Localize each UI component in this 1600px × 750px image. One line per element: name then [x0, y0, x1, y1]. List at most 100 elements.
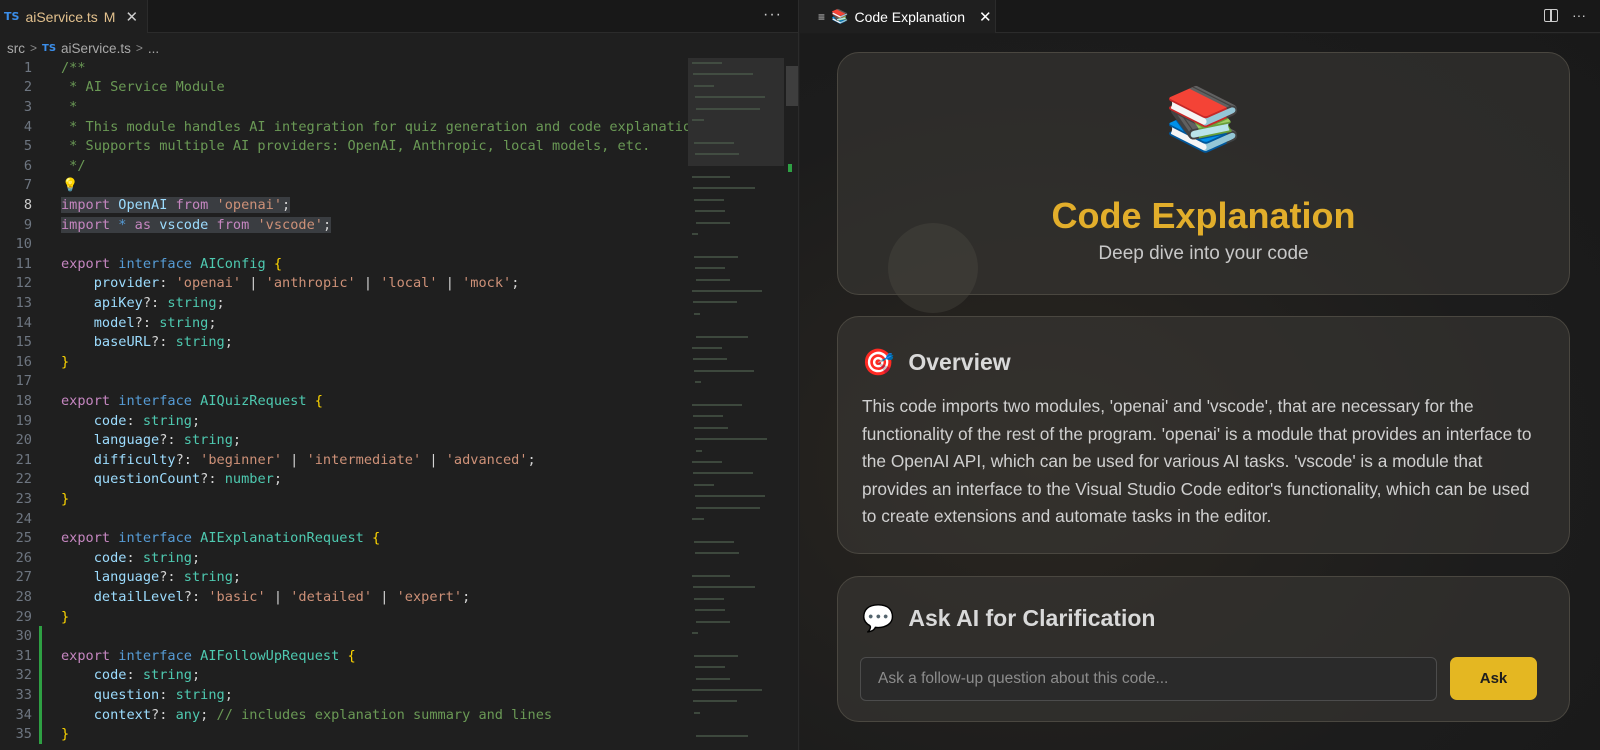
code-line[interactable]: 9 import * as vscode from 'vscode'; — [0, 215, 686, 235]
minimap-line — [694, 84, 714, 87]
code-line[interactable]: 5 * Supports multiple AI providers: Open… — [0, 136, 686, 156]
code-line[interactable]: 16} — [0, 352, 686, 372]
minimap-line — [695, 381, 701, 384]
line-number: 25 — [15, 530, 32, 547]
minimap-line — [692, 347, 722, 349]
minimap-line — [696, 620, 730, 623]
code-line[interactable]: 21 difficulty?: 'beginner' | 'intermedia… — [0, 450, 686, 470]
breadcrumb-file[interactable]: aiService.ts — [61, 41, 131, 56]
close-icon[interactable]: ✕ — [125, 8, 138, 26]
code-line[interactable]: 35} — [0, 724, 686, 744]
code-line[interactable]: 12 provider: 'openai' | 'anthropic' | 'l… — [0, 274, 686, 294]
code-line[interactable]: 32 code: string; — [0, 665, 686, 686]
code-line[interactable]: 27 language?: string; — [0, 568, 686, 588]
code-text: * Supports multiple AI providers: OpenAI… — [61, 138, 651, 155]
code-line[interactable]: 2 * AI Service Module — [0, 78, 686, 98]
line-number: 13 — [15, 294, 32, 311]
code-line[interactable]: 31 export interface AIFollowUpRequest { — [0, 646, 686, 666]
minimap-line — [692, 689, 762, 691]
code-line[interactable]: 22 questionCount?: number; — [0, 470, 686, 490]
code-line[interactable]: 29} — [0, 607, 686, 627]
more-actions-icon[interactable]: ··· — [1572, 7, 1586, 23]
code-line[interactable]: 30 — [0, 626, 686, 646]
scrollbar-thumb[interactable] — [786, 66, 798, 106]
editor-pane: TS aiService.ts M ✕ ··· src > TS aiServi… — [0, 0, 799, 750]
code-line[interactable]: 4 * This module handles AI integration f… — [0, 117, 708, 137]
code-line[interactable]: 11 export interface AIConfig { — [0, 254, 686, 274]
code-line[interactable]: 20 language?: string; — [0, 430, 686, 450]
breadcrumb-symbol[interactable]: ... — [148, 41, 159, 56]
tab-title: Code Explanation — [854, 8, 965, 25]
code-line[interactable]: 1 /** — [0, 58, 686, 78]
code-editor[interactable]: 1/** 2 * AI Service Module 3 * 4 * This mod… — [0, 58, 708, 750]
minimap-line — [695, 609, 725, 612]
more-actions-icon[interactable]: ··· — [763, 6, 782, 24]
follow-up-question-input[interactable]: Ask a follow-up question about this code… — [860, 657, 1437, 701]
ask-header: 💬 Ask AI for Clarification — [862, 603, 1155, 634]
minimap-line — [692, 575, 730, 577]
code-line[interactable]: 19 code: string; — [0, 411, 686, 431]
minimap-line — [692, 518, 704, 520]
line-number: 21 — [15, 451, 32, 468]
minimap-line — [695, 153, 739, 156]
editor-tab-bar: TS aiService.ts M ✕ ··· — [0, 0, 798, 33]
target-icon: 🎯 — [862, 347, 895, 377]
code-line[interactable]: 13 apiKey?: string; — [0, 293, 686, 313]
tab-aiservice[interactable]: TS aiService.ts M ✕ — [0, 0, 148, 33]
code-text: question: string; — [93, 686, 233, 703]
minimap-line — [693, 73, 753, 76]
minimap-line — [695, 210, 725, 213]
minimap-line — [694, 711, 700, 714]
lightbulb-icon[interactable]: 💡 — [62, 178, 78, 193]
minimap-line — [693, 700, 737, 703]
code-text: language?: string; — [93, 432, 242, 449]
line-number: 23 — [15, 490, 32, 507]
code-line[interactable]: 8 import OpenAI from 'openai'; — [0, 195, 686, 215]
close-icon[interactable]: ✕ — [979, 8, 992, 26]
line-number: 17 — [15, 373, 32, 390]
minimap[interactable] — [688, 58, 798, 750]
minimap-line — [694, 483, 714, 486]
minimap-line — [693, 358, 727, 361]
code-line[interactable]: 6 */ — [0, 156, 686, 176]
code-text: context?: any; // includes explanation s… — [93, 706, 553, 723]
split-editor-icon[interactable] — [1544, 9, 1558, 22]
code-line[interactable]: 33 question: string; — [0, 685, 686, 705]
modified-badge: M — [103, 8, 116, 25]
code-line[interactable]: 25 export interface AIExplanationRequest … — [0, 528, 686, 548]
minimap-line — [692, 632, 698, 634]
code-line[interactable]: 26 code: string; — [0, 548, 686, 568]
line-number: 15 — [15, 334, 32, 351]
git-added-marker — [39, 665, 42, 686]
code-line[interactable]: 7 💡 — [0, 176, 686, 196]
code-line[interactable]: 23} — [0, 489, 686, 509]
minimap-line — [692, 119, 704, 121]
code-line[interactable]: 15 baseURL?: string; — [0, 332, 686, 352]
code-text: difficulty?: 'beginner' | 'intermediate'… — [93, 451, 536, 468]
minimap-line — [695, 552, 739, 555]
code-text: } — [61, 353, 70, 370]
line-number: 34 — [15, 706, 32, 723]
code-line[interactable]: 24 — [0, 509, 686, 529]
code-line[interactable]: 18 export interface AIQuizRequest { — [0, 391, 686, 411]
minimap-line — [692, 62, 722, 64]
ask-button[interactable]: Ask — [1450, 657, 1537, 700]
tab-code-explanation[interactable]: ≡ 📚 Code Explanation ✕ — [800, 0, 996, 33]
breadcrumb-folder[interactable]: src — [7, 41, 25, 56]
code-line[interactable]: 28 detailLevel?: 'basic' | 'detailed' | … — [0, 587, 686, 607]
code-line[interactable]: 10 — [0, 234, 686, 254]
minimap-line — [692, 404, 742, 406]
code-line[interactable]: 17 — [0, 372, 686, 392]
line-number: 11 — [15, 255, 32, 272]
code-line[interactable]: 3 * — [0, 97, 686, 117]
code-line[interactable]: 14 model?: string; — [0, 313, 686, 333]
preview-icon: ≡ — [818, 9, 826, 24]
code-text: code: string; — [93, 549, 201, 566]
webview-pane: ≡ 📚 Code Explanation ✕ ··· 📚 Code Explan… — [800, 0, 1600, 750]
line-number: 22 — [15, 471, 32, 488]
code-line[interactable]: 34 context?: any; // includes explanatio… — [0, 704, 686, 725]
code-text: /** — [61, 59, 86, 76]
minimap-line — [696, 677, 730, 680]
minimap-line — [695, 267, 725, 270]
line-number: 12 — [15, 275, 32, 292]
